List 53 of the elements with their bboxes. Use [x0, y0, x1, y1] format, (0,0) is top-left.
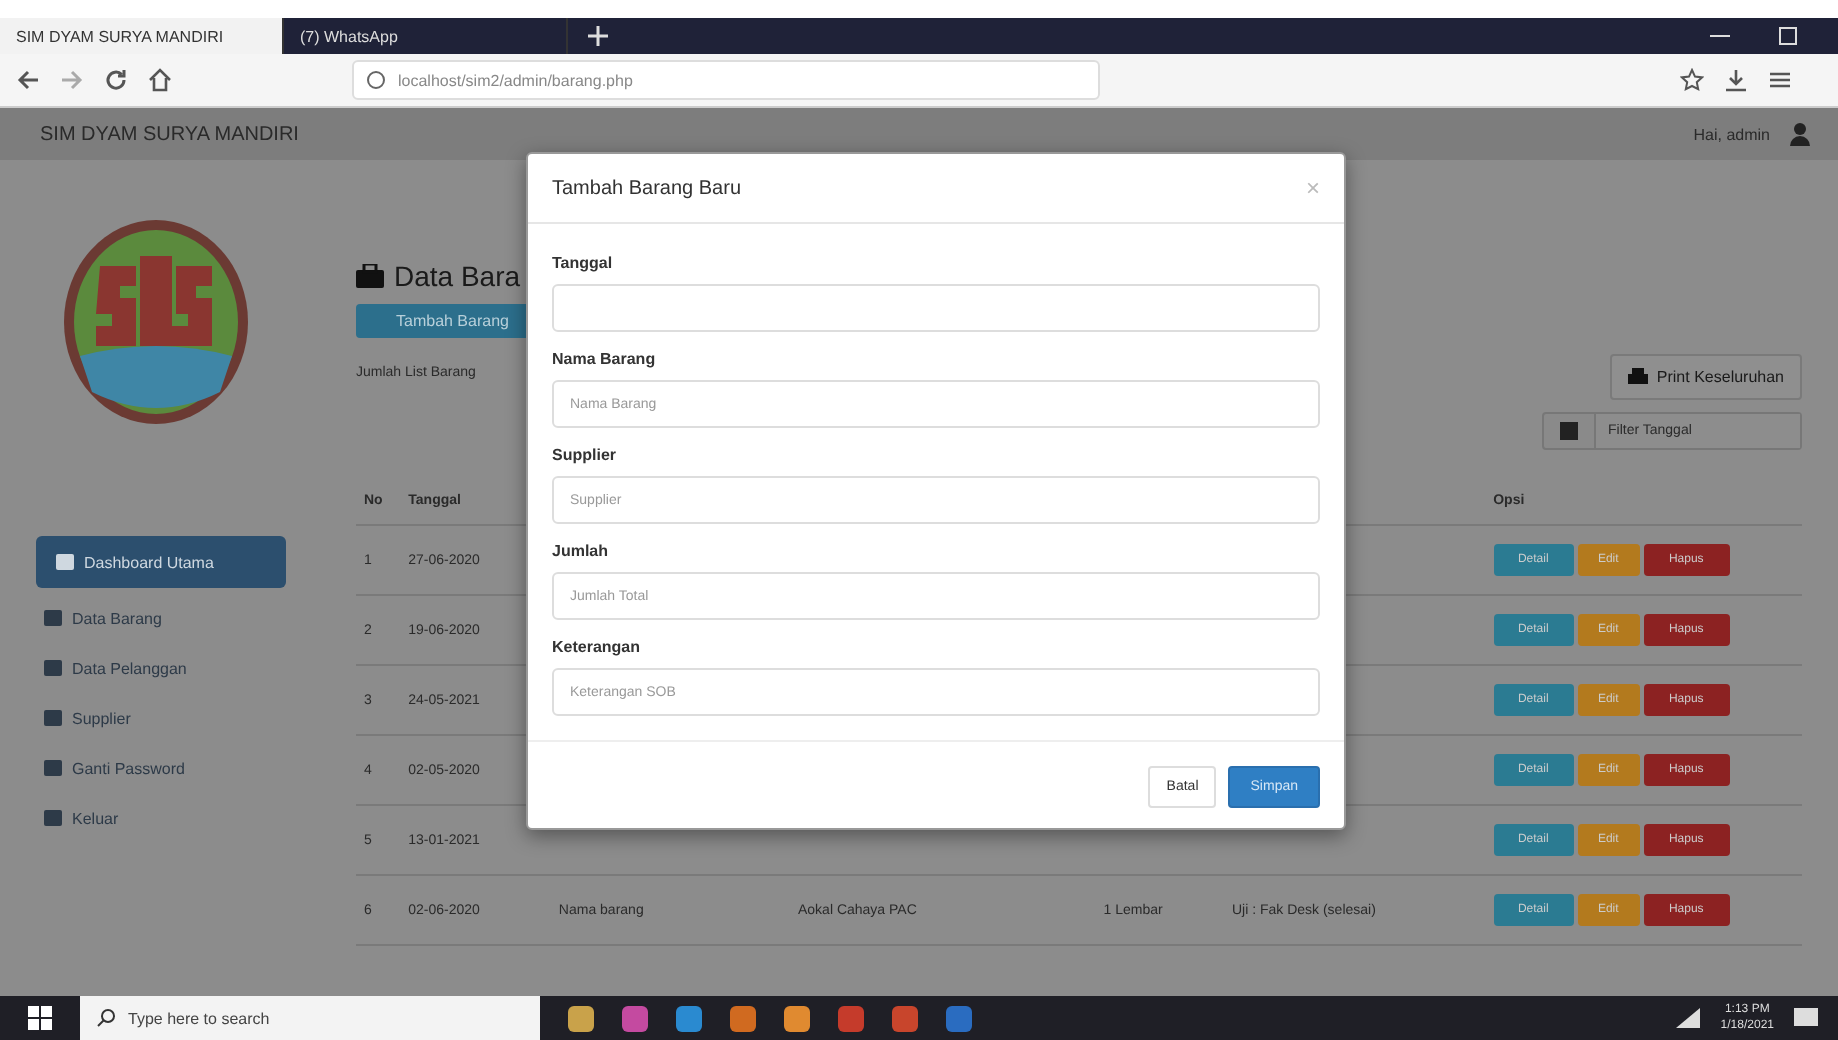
sidebar-item[interactable]: Data Barang: [36, 598, 170, 638]
field-label: Nama Barang: [552, 350, 658, 368]
menu-item-icon: [44, 760, 62, 776]
taskbar-search-field[interactable]: Type here to search: [128, 1009, 508, 1027]
address-field[interactable]: localhost/sim2/admin/barang.php: [352, 60, 1100, 100]
star-icon: [1680, 68, 1704, 92]
back-icon: [16, 68, 40, 92]
taskbar-app-icon: [730, 1005, 756, 1031]
sidebar-item[interactable]: Supplier: [36, 698, 139, 738]
taskbar-app-icon: [946, 1005, 972, 1031]
browser-tab[interactable]: SIM DYAM SURYA MANDIRI: [0, 18, 284, 54]
page-title: Data Bara: [394, 260, 521, 292]
notification-icon: [1794, 1006, 1818, 1030]
user-greeting[interactable]: Hai, admin: [1693, 125, 1770, 143]
close-button[interactable]: ×: [1305, 174, 1320, 202]
briefcase-icon: [356, 264, 384, 288]
sidebar-item[interactable]: Dashboard Utama: [36, 536, 286, 588]
taskbar-app-icon: [892, 1005, 918, 1031]
menu-item-icon: [56, 554, 74, 570]
taskbar-app-icon: [676, 1005, 702, 1031]
field-label: Supplier: [552, 446, 619, 464]
taskbar-app-icon: [838, 1005, 864, 1031]
modal-title: Tambah Barang Baru: [552, 177, 742, 199]
menu-item-icon: [44, 610, 62, 626]
menu-icon: [1768, 68, 1792, 92]
search-icon: [96, 1008, 116, 1028]
taskbar-app-icon: [622, 1005, 648, 1031]
input-field[interactable]: [552, 284, 1320, 332]
windows-icon: [28, 1006, 52, 1030]
printer-icon: [1628, 368, 1649, 386]
taskbar-app-icon: [568, 1005, 594, 1031]
sidebar-item[interactable]: Data Pelanggan: [36, 648, 195, 688]
print-button[interactable]: Print Keseluruhan: [1610, 354, 1802, 400]
taskbar-app-icon: [784, 1005, 810, 1031]
sidebar-item[interactable]: Keluar: [36, 798, 127, 838]
reload-icon: [104, 68, 128, 92]
calendar-icon: [1560, 422, 1578, 440]
download-icon: [1724, 68, 1748, 92]
field-label: Tanggal: [552, 254, 615, 272]
plus-icon: [588, 26, 608, 46]
menu-item-icon: [44, 660, 62, 676]
field-label: Keterangan: [552, 638, 643, 656]
network-icon: [1676, 1008, 1701, 1028]
site-title: SIM DYAM SURYA MANDIRI: [40, 123, 299, 145]
forward-icon: [60, 68, 84, 92]
menu-item-icon: [44, 810, 62, 826]
user-icon: [1790, 122, 1810, 146]
taskbar-search-box[interactable]: Type here to search: [80, 996, 540, 1040]
field-label: Jumlah: [552, 542, 611, 560]
maximize-icon: [1778, 26, 1798, 46]
home-icon: [148, 68, 172, 92]
sidebar-item[interactable]: Ganti Password: [36, 748, 193, 788]
menu-item-icon: [44, 710, 62, 726]
